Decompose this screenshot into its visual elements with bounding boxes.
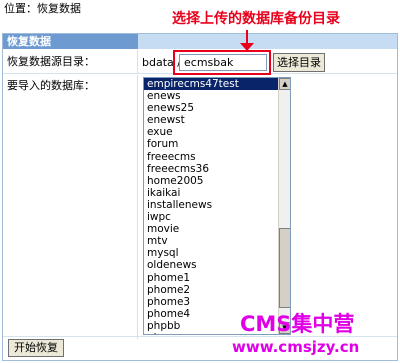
watermark-url: www.cmsjzy.cn: [232, 338, 360, 356]
scroll-up-icon[interactable]: ▲: [279, 78, 290, 90]
database-option[interactable]: home2005: [144, 175, 290, 187]
database-option[interactable]: enews: [144, 90, 290, 102]
annotation-arrow-icon: [240, 43, 254, 51]
database-option[interactable]: exue: [144, 126, 290, 138]
db-row: 要导入的数据库： empirecms47test enews enews25 enew…: [3, 75, 397, 339]
annotation-text: 选择上传的数据库备份目录: [172, 11, 340, 27]
db-label: 要导入的数据库：: [3, 75, 137, 339]
database-listbox[interactable]: empirecms47test enews enews25 enewst exue for…: [143, 77, 291, 335]
column-divider: [137, 75, 138, 339]
database-option[interactable]: freeecms36: [144, 163, 290, 175]
database-option[interactable]: forum: [144, 138, 290, 150]
select-dir-button[interactable]: 选择目录: [273, 53, 325, 72]
database-option[interactable]: phome1: [144, 272, 290, 284]
panel-title: 恢复数据: [7, 35, 51, 48]
breadcrumb: 位置：恢复数据: [4, 2, 81, 15]
database-option[interactable]: oldenews: [144, 259, 290, 271]
database-option[interactable]: enewst: [144, 114, 290, 126]
database-option[interactable]: enews25: [144, 102, 290, 114]
dir-input[interactable]: [179, 54, 267, 71]
database-option[interactable]: empirecms47test: [144, 78, 290, 91]
database-option[interactable]: movie: [144, 223, 290, 235]
database-option[interactable]: installenews: [144, 199, 290, 211]
database-option[interactable]: phome3: [144, 296, 290, 308]
database-option[interactable]: phome2: [144, 284, 290, 296]
panel-header: 恢复数据: [3, 34, 397, 49]
dir-label: 恢复数据源目录：: [3, 50, 137, 73]
listbox-scrollbar[interactable]: ▲ ▼: [278, 78, 290, 334]
scroll-thumb[interactable]: [279, 228, 290, 308]
panel-header-right: [138, 34, 397, 49]
column-divider: [137, 50, 138, 73]
dir-row: 恢复数据源目录： bdata / 选择目录: [3, 50, 397, 75]
database-option[interactable]: freeecms: [144, 151, 290, 163]
database-option[interactable]: iwpc: [144, 211, 290, 223]
start-restore-button[interactable]: 开始恢复: [8, 339, 64, 357]
database-list-items: empirecms47test enews enews25 enewst exue for…: [144, 78, 290, 334]
database-option[interactable]: mysql: [144, 247, 290, 259]
watermark-title: CMS集中营: [240, 312, 355, 336]
database-option[interactable]: mtv: [144, 235, 290, 247]
database-option[interactable]: ikaikai: [144, 187, 290, 199]
